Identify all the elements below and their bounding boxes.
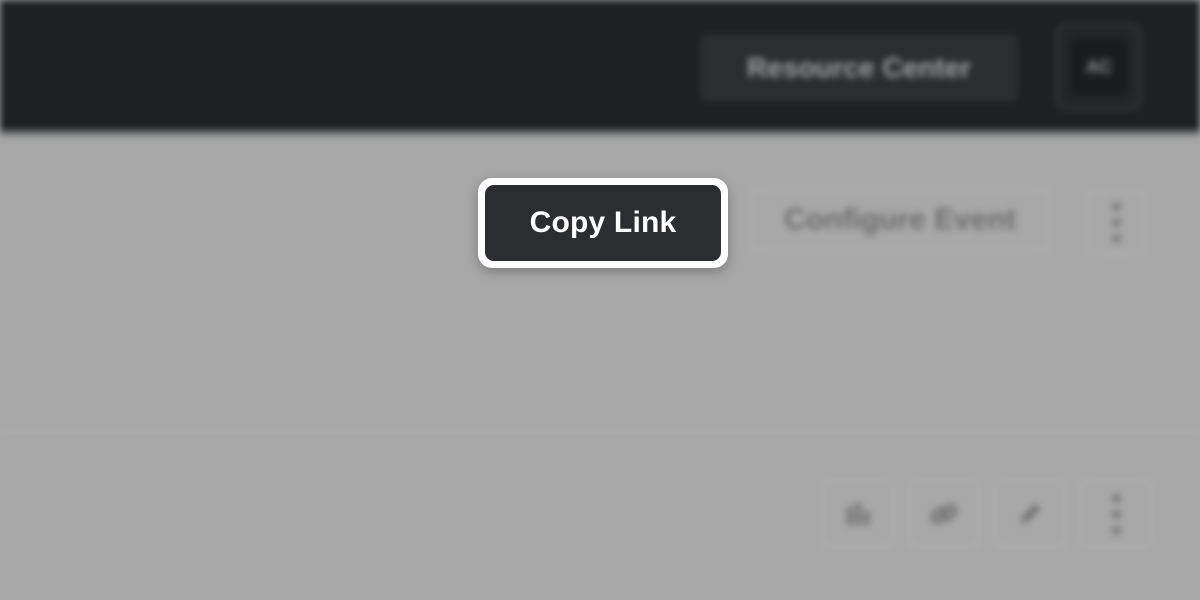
row-actions bbox=[822, 480, 1152, 548]
more-vertical-icon bbox=[1111, 493, 1121, 535]
copy-link-button-highlight[interactable]: Copy Link bbox=[478, 178, 728, 268]
stats-button[interactable] bbox=[822, 480, 894, 548]
blurred-background: Resource Center AC Configure Event bbox=[0, 0, 1200, 600]
more-options-button[interactable] bbox=[1086, 190, 1146, 254]
edit-icon bbox=[1021, 504, 1040, 523]
user-avatar-button[interactable]: AC bbox=[1056, 24, 1142, 110]
section-divider bbox=[0, 430, 1200, 432]
top-navigation-bar: Resource Center AC bbox=[0, 0, 1200, 138]
resource-center-button[interactable]: Resource Center bbox=[700, 34, 1018, 102]
copy-link-row-button[interactable] bbox=[908, 480, 980, 548]
avatar: AC bbox=[1070, 38, 1128, 96]
app-page: Resource Center AC Configure Event Copy … bbox=[0, 0, 1200, 600]
link-icon bbox=[930, 504, 958, 524]
edit-button[interactable] bbox=[994, 480, 1066, 548]
row-more-button[interactable] bbox=[1080, 480, 1152, 548]
bar-chart-icon bbox=[847, 503, 869, 525]
configure-event-button[interactable]: Configure Event bbox=[750, 188, 1050, 252]
copy-link-button[interactable]: Copy Link bbox=[485, 185, 721, 261]
more-vertical-icon bbox=[1111, 201, 1121, 243]
